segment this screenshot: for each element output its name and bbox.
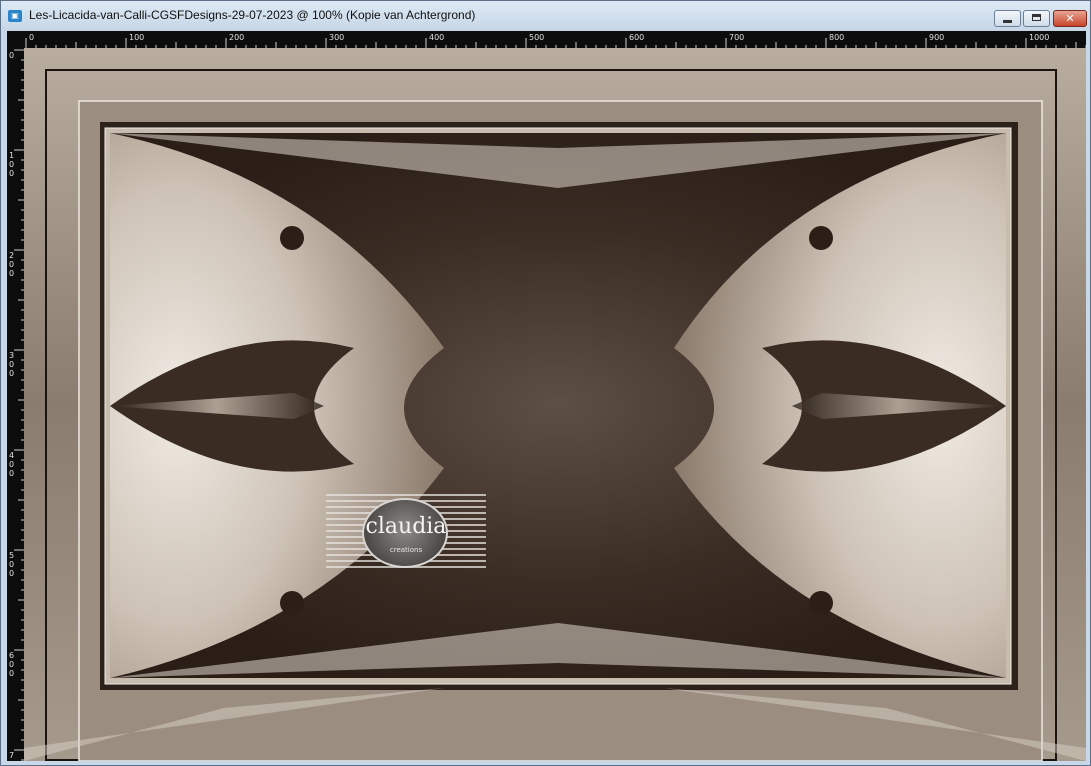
title-bar[interactable]: ▣ Les-Licacida-van-Calli-CGSFDesigns-29-…	[1, 1, 1090, 31]
ruler-label-digit: 0	[9, 469, 14, 478]
ruler-label-digit: 0	[9, 369, 14, 378]
watermark-text: claudia	[365, 514, 447, 539]
ruler-label-digit: 0	[9, 169, 14, 178]
close-button[interactable]: ✕	[1053, 10, 1087, 27]
ornament-top-left	[280, 226, 304, 250]
vertical-ruler[interactable]: 0100200300400500600700	[7, 48, 24, 766]
ruler-label-digit: 0	[9, 660, 14, 669]
ruler-label: 100	[129, 33, 144, 42]
ornament-bottom-left	[280, 591, 304, 615]
watermark: claudia creations	[326, 494, 486, 572]
ruler-label-digit: 0	[9, 260, 14, 269]
ruler-label-digit: 0	[9, 560, 14, 569]
document-client-area: 0 100 200 300 400 500 600 700 800 900 1000 0100200…	[7, 31, 1087, 766]
ruler-label-digit: 0	[9, 160, 14, 169]
ruler-label-digit: 0	[9, 569, 14, 578]
ornament-bottom-right	[809, 591, 833, 615]
ruler-label: 500	[529, 33, 544, 42]
image-document-icon: ▣	[8, 10, 22, 22]
window-title: Les-Licacida-van-Calli-CGSFDesigns-29-07…	[29, 8, 476, 22]
ruler-label-digit: 0	[9, 669, 14, 678]
ruler-label-digit: 0	[9, 360, 14, 369]
ruler-label-digit: 1	[9, 151, 14, 160]
ruler-label: 0	[29, 33, 34, 42]
ruler-label-digit: 3	[9, 351, 14, 360]
ruler-label-digit: 5	[9, 551, 14, 560]
close-icon: ✕	[1065, 12, 1075, 25]
ruler-label-digit: 0	[9, 269, 14, 278]
ruler-label: 400	[429, 33, 444, 42]
minimize-icon	[1003, 20, 1012, 23]
maximize-icon	[1032, 14, 1041, 21]
horizontal-ruler-ticks: 0 100 200 300 400 500 600 700 800 900 1000	[25, 33, 1087, 48]
ruler-label-digit: 4	[9, 451, 14, 460]
ruler-label: 1000	[1029, 33, 1049, 42]
watermark-subtext: creations	[389, 546, 423, 554]
ruler-label: 600	[629, 33, 644, 42]
image-canvas[interactable]: claudia creations	[24, 48, 1086, 761]
ruler-label: 900	[929, 33, 944, 42]
ruler-label-digit: 2	[9, 251, 14, 260]
document-window: ▣ Les-Licacida-van-Calli-CGSFDesigns-29-…	[0, 0, 1091, 766]
ruler-label-digit: 0	[9, 51, 14, 60]
ruler-label-digit: 6	[9, 651, 14, 660]
ruler-label: 300	[329, 33, 344, 42]
ruler-corner	[7, 31, 24, 48]
ruler-label: 700	[729, 33, 744, 42]
ruler-label-digit: 7	[9, 751, 14, 760]
minimize-button[interactable]	[994, 10, 1021, 27]
vertical-ruler-ticks: 0100200300400500600700	[9, 49, 24, 766]
ruler-label: 200	[229, 33, 244, 42]
ruler-label-digit: 0	[9, 760, 14, 761]
horizontal-ruler[interactable]: 0 100 200 300 400 500 600 700 800 900 1000	[24, 31, 1087, 48]
ruler-label-digit: 0	[9, 460, 14, 469]
ornament-top-right	[809, 226, 833, 250]
ruler-label: 800	[829, 33, 844, 42]
maximize-button[interactable]	[1023, 10, 1050, 27]
artwork	[24, 48, 1086, 761]
